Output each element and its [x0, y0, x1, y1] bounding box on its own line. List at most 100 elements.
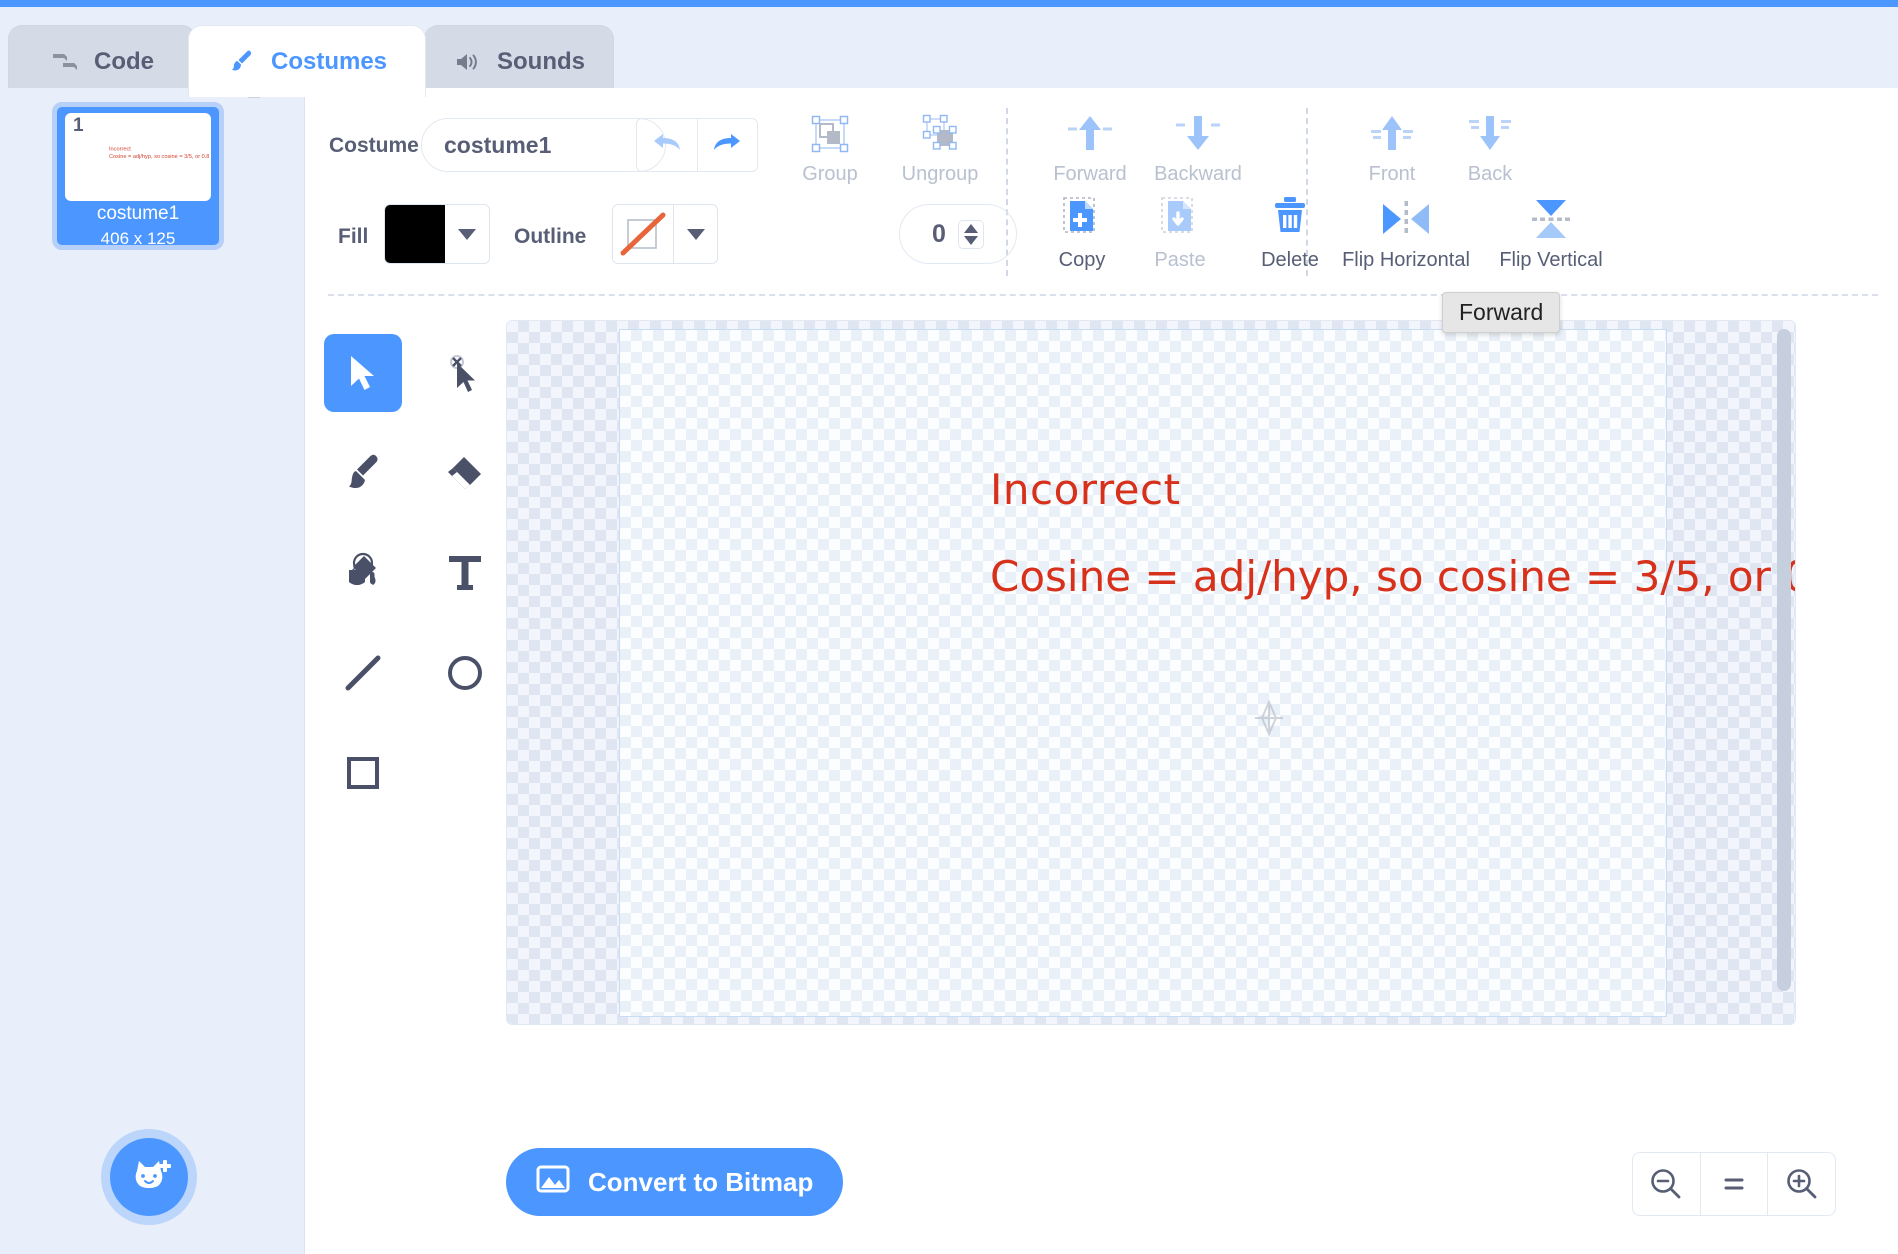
- group-label: Group: [802, 163, 858, 185]
- stroke-width-input[interactable]: 0: [899, 204, 1017, 264]
- back-icon: [1466, 106, 1514, 156]
- zoom-in-button[interactable]: [1767, 1153, 1835, 1215]
- editor-body: 1 Incorrect Cosine = adj/hyp, so cosine …: [0, 88, 1898, 1254]
- costume-item-name: costume1: [96, 203, 180, 224]
- ungroup-button[interactable]: Ungroup: [886, 106, 994, 186]
- tool-fill[interactable]: [324, 534, 402, 612]
- back-label: Back: [1467, 163, 1513, 185]
- paintbrush-icon: [227, 47, 257, 77]
- paint-bucket-icon: [349, 552, 376, 585]
- thumb-line-2: Cosine = adj/hyp, so cosine = 3/5, or 0.…: [109, 152, 210, 160]
- flip-vertical-button[interactable]: Flip Vertical: [1476, 192, 1626, 272]
- backward-button[interactable]: Backward: [1144, 106, 1252, 186]
- ellipse-icon: [448, 656, 482, 690]
- stepper-down-icon[interactable]: [963, 235, 978, 245]
- front-icon: [1368, 106, 1416, 156]
- stroke-width-stepper[interactable]: [957, 219, 984, 249]
- tool-select[interactable]: [324, 334, 402, 412]
- forward-button[interactable]: Forward: [1036, 106, 1144, 186]
- zoom-out-button[interactable]: [1633, 1153, 1700, 1215]
- zoom-in-icon: [1786, 1169, 1817, 1199]
- trash-icon: [1267, 192, 1313, 242]
- costume-name-input[interactable]: [421, 118, 666, 172]
- front-button[interactable]: Front: [1338, 106, 1446, 186]
- tab-sounds[interactable]: Sounds: [424, 25, 614, 97]
- canvas-vertical-scrollbar[interactable]: [1777, 329, 1791, 991]
- canvas-text-cosine[interactable]: Cosine = adj/hyp, so cosine = 3/5, or 0.…: [990, 552, 1795, 601]
- fill-label: Fill: [338, 225, 369, 248]
- canvas-text-incorrect[interactable]: Incorrect: [990, 465, 1181, 514]
- no-color-swatch: [613, 205, 673, 263]
- tool-brush[interactable]: [324, 434, 402, 512]
- copy-button[interactable]: Copy: [1028, 192, 1136, 272]
- reshape-node-icon: [450, 355, 475, 392]
- convert-to-bitmap-label: Convert to Bitmap: [588, 1166, 814, 1197]
- tool-rectangle[interactable]: [324, 734, 402, 812]
- costume-selector-panel: 1 Incorrect Cosine = adj/hyp, so cosine …: [0, 88, 305, 1254]
- zoom-reset-button[interactable]: [1699, 1153, 1768, 1215]
- costume-index: 1: [73, 115, 84, 136]
- scratch-costume-editor: Code Costumes Sounds 1 Incorrect Cosine …: [0, 0, 1898, 1254]
- thumb-line-1: Incorrect: [109, 145, 131, 152]
- backward-label: Backward: [1154, 163, 1242, 185]
- stroke-width-value: 0: [932, 219, 946, 248]
- costume-list-item[interactable]: 1 Incorrect Cosine = adj/hyp, so cosine …: [52, 102, 224, 250]
- add-costume-cat-icon: [135, 1160, 171, 1188]
- undo-button[interactable]: [637, 119, 698, 171]
- tool-eraser[interactable]: [426, 434, 504, 512]
- paint-canvas[interactable]: Incorrect Cosine = adj/hyp, so cosine = …: [506, 320, 1796, 1025]
- costume-item-size: 406 x 125: [100, 229, 176, 248]
- backward-icon: [1174, 106, 1222, 156]
- outline-color-button[interactable]: [612, 204, 718, 264]
- group-button[interactable]: Group: [776, 106, 884, 186]
- canvas-artboard[interactable]: Incorrect Cosine = adj/hyp, so cosine = …: [619, 329, 1795, 1017]
- tab-code-label: Code: [94, 47, 154, 75]
- flip-horizontal-button[interactable]: Flip Horizontal: [1326, 192, 1486, 272]
- delete-label: Delete: [1261, 249, 1319, 271]
- flip-horizontal-label: Flip Horizontal: [1342, 249, 1470, 271]
- forward-icon: [1066, 106, 1114, 156]
- toolbar-row-bottom: Fill Outline 0 Copy Paste Delete Flip Ho…: [306, 196, 1898, 284]
- paste-label: Paste: [1154, 249, 1206, 271]
- tool-text[interactable]: [426, 534, 504, 612]
- zoom-out-icon: [1651, 1169, 1681, 1199]
- forward-label: Forward: [1053, 163, 1127, 185]
- tab-costumes[interactable]: Costumes: [188, 25, 426, 97]
- fill-color-button[interactable]: [384, 204, 490, 264]
- costume-thumbnail: 1 Incorrect Cosine = adj/hyp, so cosine …: [65, 113, 211, 201]
- group-icon: [808, 106, 852, 156]
- ungroup-icon: [918, 106, 962, 156]
- eraser-icon: [448, 457, 481, 489]
- chevron-down-icon: [445, 205, 489, 263]
- tab-sounds-label: Sounds: [497, 47, 585, 75]
- paste-button[interactable]: Paste: [1126, 192, 1234, 272]
- convert-to-bitmap-button[interactable]: Convert to Bitmap: [506, 1148, 844, 1216]
- rectangle-icon: [347, 757, 379, 789]
- outline-chevron-down-icon: [673, 205, 717, 263]
- top-accent-bar: [0, 0, 1898, 7]
- add-costume-button[interactable]: [110, 1138, 188, 1216]
- flip-horizontal-icon: [1378, 192, 1434, 242]
- image-icon: [536, 1164, 570, 1201]
- paint-editor: Costume costume1 Group Ungroup Forward B…: [306, 88, 1898, 1254]
- tool-line[interactable]: [324, 634, 402, 712]
- code-blocks-icon: [50, 47, 80, 77]
- speaker-icon: [453, 47, 483, 77]
- redo-button[interactable]: [698, 119, 758, 171]
- flip-vertical-icon: [1523, 192, 1579, 242]
- stepper-up-icon[interactable]: [963, 223, 978, 233]
- fill-color-swatch: [385, 205, 445, 263]
- redo-icon: [714, 134, 741, 150]
- costume-field-label: Costume: [329, 134, 419, 157]
- arrow-cursor-icon: [351, 356, 374, 390]
- equals-icon: [1724, 1178, 1744, 1190]
- back-button[interactable]: Back: [1436, 106, 1544, 186]
- text-t-icon: [449, 556, 481, 590]
- tool-reshape[interactable]: [426, 334, 504, 412]
- undo-redo-group: [636, 118, 758, 172]
- tab-costumes-label: Costumes: [270, 47, 388, 75]
- flip-vertical-label: Flip Vertical: [1499, 249, 1603, 271]
- ungroup-label: Ungroup: [901, 163, 979, 185]
- tool-circle[interactable]: [426, 634, 504, 712]
- tab-code[interactable]: Code: [8, 25, 196, 97]
